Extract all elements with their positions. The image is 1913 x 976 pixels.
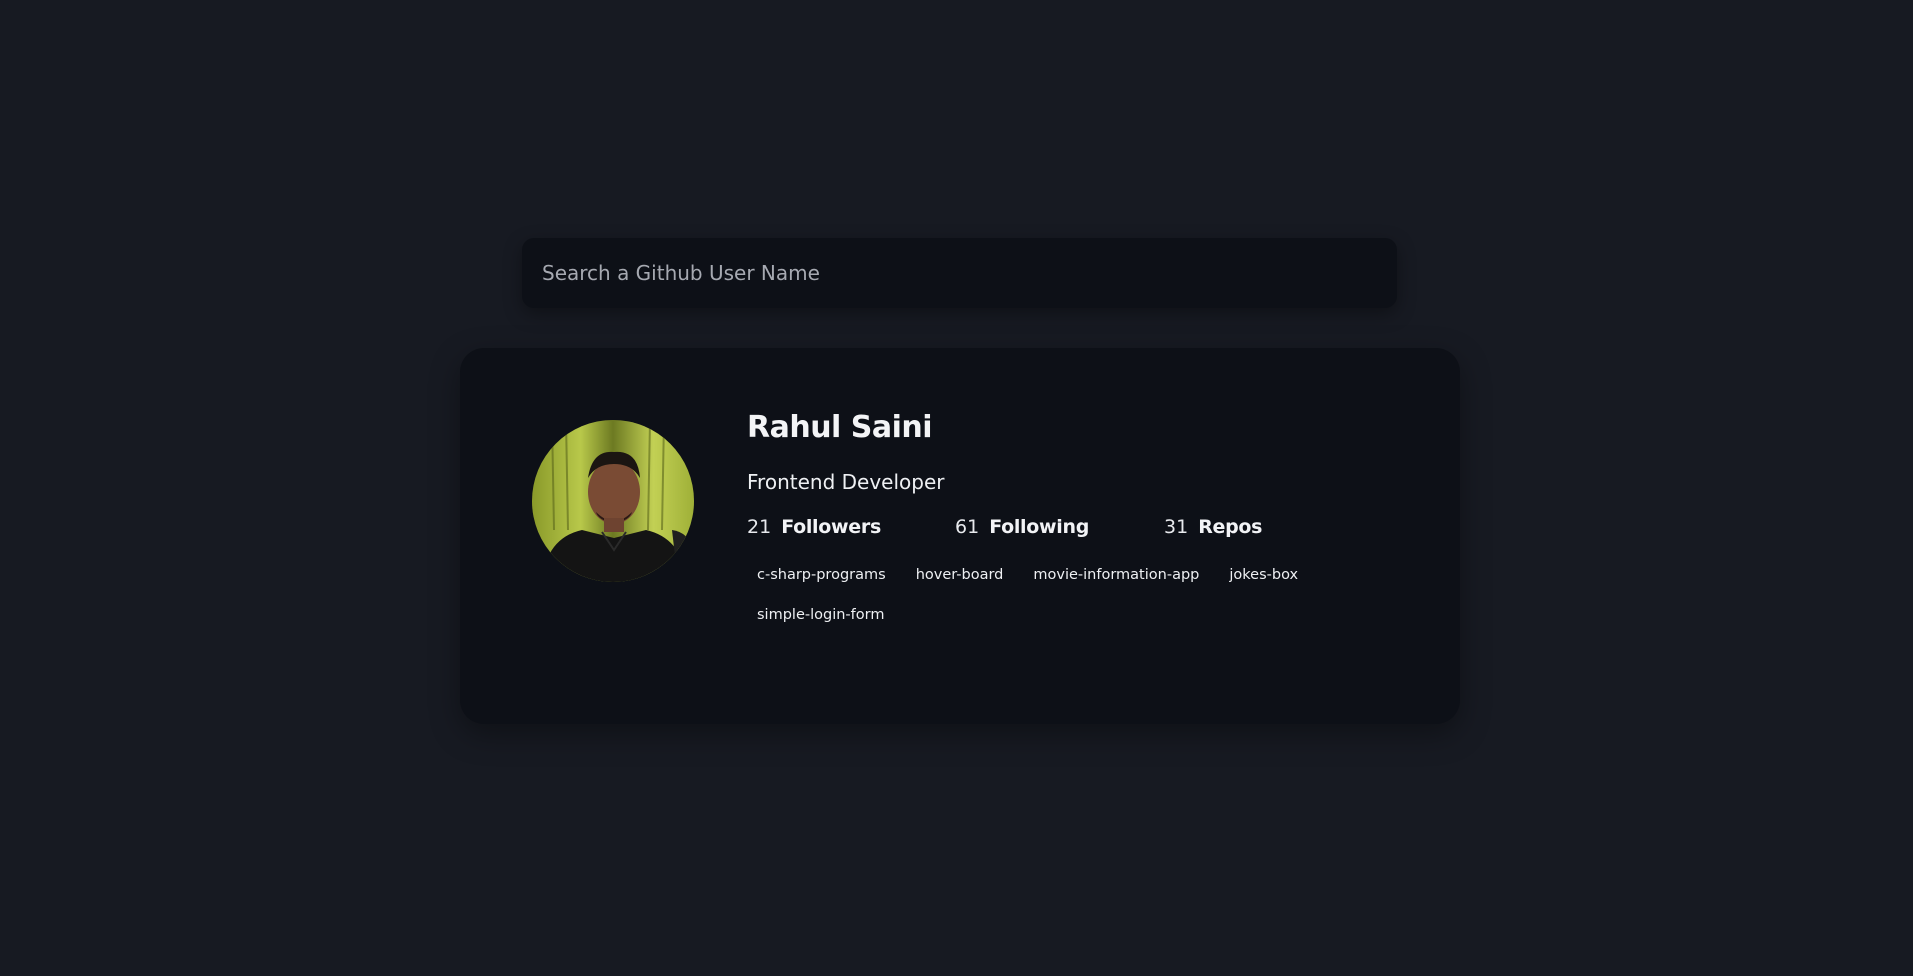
stat-following: 61 Following — [955, 516, 1164, 538]
avatar — [532, 420, 694, 582]
search-input[interactable] — [522, 238, 1397, 308]
search-form — [522, 238, 1397, 308]
stat-followers: 21 Followers — [747, 516, 955, 538]
following-label: Following — [989, 516, 1090, 538]
followers-count: 21 — [747, 516, 772, 538]
user-bio: Frontend Developer — [747, 470, 945, 494]
repo-link[interactable]: hover-board — [906, 560, 1014, 590]
repo-link[interactable]: c-sharp-programs — [747, 560, 896, 590]
profile-card: Rahul Saini Frontend Developer 21 Follow… — [460, 348, 1460, 724]
page: Rahul Saini Frontend Developer 21 Follow… — [0, 0, 1913, 976]
stat-repos: 31 Repos — [1164, 516, 1262, 538]
following-count: 61 — [955, 516, 980, 538]
followers-label: Followers — [781, 516, 881, 538]
repos-count: 31 — [1164, 516, 1189, 538]
repo-link[interactable]: jokes-box — [1219, 560, 1308, 590]
user-name: Rahul Saini — [747, 410, 933, 445]
profile-info: Rahul Saini Frontend Developer 21 Follow… — [747, 408, 1397, 640]
repo-link[interactable]: movie-information-app — [1023, 560, 1209, 590]
repos-label: Repos — [1198, 516, 1263, 538]
user-stats: 21 Followers 61 Following 31 Repos — [747, 512, 1397, 542]
repo-link[interactable]: simple-login-form — [747, 600, 894, 630]
avatar-photo-icon — [532, 420, 694, 582]
repo-list: c-sharp-programs hover-board movie-infor… — [747, 560, 1367, 640]
